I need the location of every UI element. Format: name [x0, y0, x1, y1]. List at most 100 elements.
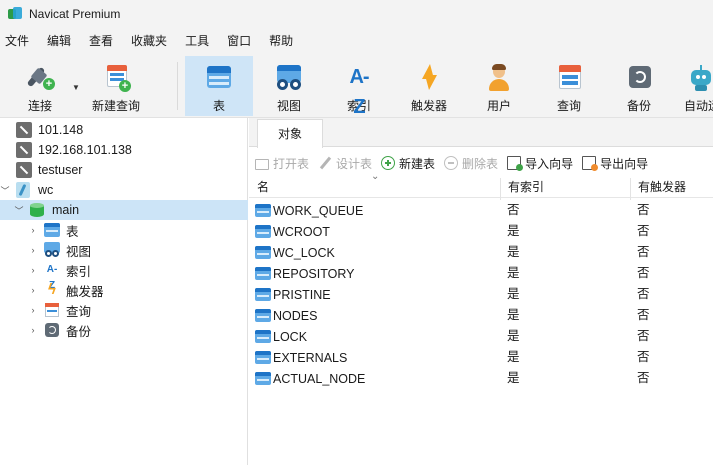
column-header-has-trigger[interactable]: 有触发器	[630, 176, 713, 198]
list-item[interactable]: WORK_QUEUE 否 否	[249, 200, 713, 221]
tree-connection[interactable]: 192.168.101.138	[0, 140, 248, 160]
design-table-label: 设计表	[336, 156, 373, 171]
user-icon	[484, 62, 514, 92]
query-label: 查询	[556, 99, 581, 113]
tree-item-label: 表	[66, 224, 79, 239]
tree-connection[interactable]: testuser	[0, 160, 248, 180]
object-toolbar: 打开表 设计表 新建表 删除表 导入向导 导出向导	[249, 150, 713, 176]
main-toolbar: + 连接 ▼ + 新建查询 表 视图 A-Z 索引 触发器 用户 查询 备份 自…	[0, 54, 713, 118]
menu-window[interactable]: 窗口	[218, 28, 260, 54]
tree-item-queries[interactable]: › 查询	[0, 300, 248, 320]
tree-item-views[interactable]: › 视图	[0, 240, 248, 260]
menu-tools[interactable]: 工具	[176, 28, 218, 54]
import-wizard-button[interactable]: 导入向导	[507, 155, 573, 172]
list-item[interactable]: WC_LOCK 是 否	[249, 242, 713, 263]
chevron-right-icon[interactable]: ›	[28, 225, 38, 235]
trigger-button[interactable]: 触发器	[398, 56, 460, 116]
chevron-right-icon[interactable]: ›	[28, 285, 38, 295]
lightning-icon	[414, 62, 444, 92]
has-index-value: 是	[507, 371, 520, 385]
connect-dropdown-icon[interactable]: ▼	[72, 83, 80, 92]
menu-help[interactable]: 帮助	[260, 28, 302, 54]
list-header: ⌄ 名 有索引 有触发器	[249, 171, 713, 200]
table-icon	[255, 203, 271, 218]
title-bar: Navicat Premium	[0, 0, 713, 28]
index-icon: A-Z	[349, 66, 369, 118]
list-item[interactable]: NODES 是 否	[249, 305, 713, 326]
menu-file[interactable]: 文件	[0, 28, 38, 54]
table-button[interactable]: 表	[185, 56, 253, 116]
chevron-down-icon[interactable]: ﹀	[14, 204, 24, 217]
list-item[interactable]: WCROOT 是 否	[249, 221, 713, 242]
folder-open-icon	[255, 158, 269, 170]
table-icon	[255, 329, 271, 344]
navicat-logo-icon	[8, 7, 22, 21]
design-table-button[interactable]: 设计表	[318, 155, 372, 172]
menu-view[interactable]: 查看	[80, 28, 122, 54]
has-trigger-value: 否	[637, 371, 650, 385]
new-table-button[interactable]: 新建表	[381, 155, 435, 172]
table-icon	[204, 62, 234, 92]
has-index-value: 是	[507, 287, 520, 301]
table-icon	[44, 222, 60, 238]
has-index-value: 是	[507, 329, 520, 343]
database-icon	[30, 202, 44, 218]
table-icon	[255, 287, 271, 302]
column-header-has-index[interactable]: 有索引	[500, 176, 630, 198]
list-item[interactable]: ACTUAL_NODE 是 否	[249, 368, 713, 389]
has-index-value: 是	[507, 350, 520, 364]
has-trigger-value: 否	[637, 224, 650, 238]
backup-icon	[624, 62, 654, 92]
column-header-name[interactable]: 名	[249, 176, 500, 198]
connection-icon	[16, 142, 32, 158]
tree-schema[interactable]: ﹀ main	[0, 200, 248, 220]
has-trigger-value: 否	[637, 329, 650, 343]
database-label: wc	[38, 183, 54, 197]
open-table-button[interactable]: 打开表	[255, 155, 309, 172]
lightning-icon: ϟ	[48, 281, 56, 298]
new-query-icon: +	[101, 62, 131, 92]
chevron-right-icon[interactable]: ›	[28, 305, 38, 315]
table-name: ACTUAL_NODE	[273, 371, 366, 386]
view-button[interactable]: 视图	[258, 56, 320, 116]
backup-button[interactable]: 备份	[608, 56, 670, 116]
delete-table-button[interactable]: 删除表	[444, 155, 498, 172]
import-wizard-label: 导入向导	[525, 156, 574, 171]
chevron-right-icon[interactable]: ›	[28, 265, 38, 275]
chevron-right-icon[interactable]: ›	[28, 325, 38, 335]
menu-edit[interactable]: 编辑	[38, 28, 80, 54]
tree-item-label: 备份	[66, 324, 92, 339]
tree-item-indexes[interactable]: › A-Z 索引	[0, 260, 248, 291]
menu-favorites[interactable]: 收藏夹	[122, 28, 176, 54]
user-button[interactable]: 用户	[468, 56, 530, 116]
index-button[interactable]: A-Z 索引	[328, 56, 390, 118]
tree-item-triggers[interactable]: › ϟ 触发器	[0, 280, 248, 300]
connect-button[interactable]: + 连接	[14, 56, 66, 116]
automation-button[interactable]: 自动运	[676, 56, 713, 116]
list-item[interactable]: LOCK 是 否	[249, 326, 713, 347]
table-name: REPOSITORY	[273, 266, 355, 281]
chevron-right-icon[interactable]: ›	[28, 245, 38, 255]
tree-item-tables[interactable]: › 表	[0, 220, 248, 240]
tree-item-backups[interactable]: › 备份	[0, 320, 248, 340]
has-index-value: 是	[507, 245, 520, 259]
new-query-button[interactable]: + 新建查询	[86, 56, 146, 116]
query-button[interactable]: 查询	[538, 56, 600, 116]
has-index-value: 是	[507, 308, 520, 322]
has-index-value: 否	[507, 203, 520, 217]
tab-objects[interactable]: 对象	[257, 119, 323, 148]
list-item[interactable]: PRISTINE 是 否	[249, 284, 713, 305]
sqlite-connection-icon	[16, 182, 30, 198]
tree-connection[interactable]: 101.148	[0, 120, 248, 140]
export-wizard-button[interactable]: 导出向导	[582, 155, 648, 172]
table-icon	[255, 371, 271, 386]
new-table-label: 新建表	[399, 156, 436, 171]
tree-database[interactable]: ﹀ wc	[0, 180, 248, 200]
chevron-down-icon[interactable]: ﹀	[0, 184, 10, 197]
list-item[interactable]: EXTERNALS 是 否	[249, 347, 713, 368]
backup-icon	[44, 322, 60, 338]
tree-item-label: 视图	[66, 244, 92, 259]
open-table-label: 打开表	[273, 156, 310, 171]
table-name: WORK_QUEUE	[273, 203, 364, 218]
list-item[interactable]: REPOSITORY 是 否	[249, 263, 713, 284]
